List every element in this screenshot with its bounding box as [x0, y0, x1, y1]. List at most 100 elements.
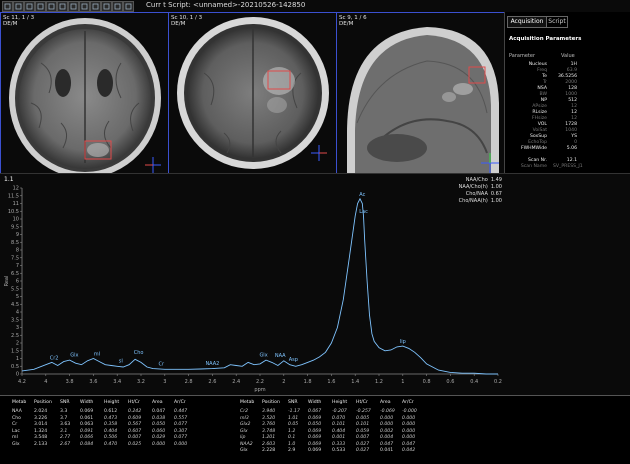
x-axis-label: ppm: [254, 387, 265, 393]
layout-icon[interactable]: [79, 1, 90, 12]
peak-label: Asp: [289, 357, 298, 363]
x-tick-label: 3.6: [89, 379, 97, 385]
x-tick-label: 0.6: [446, 379, 454, 385]
zoom-icon[interactable]: [13, 1, 24, 12]
cursor-icon[interactable]: [2, 1, 13, 12]
table-cell: 0.000: [380, 422, 394, 427]
param-row: Scan Name SV_PRESS_J1: [505, 164, 630, 170]
y-tick-label: 6.5: [11, 271, 19, 277]
script-icon[interactable]: [123, 1, 134, 12]
side-panel: Acquisition Script Acquisition Parameter…: [504, 12, 630, 173]
y-tick-label: 4.5: [11, 302, 19, 308]
y-axis-label: Real: [4, 276, 10, 287]
table-cell: NAA: [12, 409, 22, 414]
table-cell: 0.000: [402, 422, 416, 427]
table-cell: Cho: [12, 415, 21, 421]
table-cell: 0.333: [332, 441, 346, 447]
param-value: 63.9: [566, 68, 577, 73]
table-cell: lip: [240, 435, 246, 440]
table-cell: 0.070: [332, 415, 346, 421]
close-icon[interactable]: [112, 1, 123, 12]
x-tick-label: 3: [163, 379, 166, 385]
table-cell: 0.047: [402, 441, 416, 447]
table-cell: 2.133: [34, 441, 48, 447]
table-cell: 0.000: [402, 428, 416, 434]
y-tick-label: 9: [16, 232, 19, 238]
viewport-sagittal[interactable]: Sc 9, 1 / 6 DE/M: [336, 12, 505, 175]
param-name: Nucleus: [528, 62, 547, 67]
table-cell: Lac: [12, 428, 20, 434]
table-cell: 0.047: [152, 409, 166, 414]
y-tick-label: 3: [16, 325, 19, 331]
x-tick-label: 0.8: [423, 379, 431, 385]
param-name: Tr: [542, 80, 547, 85]
table-cell: 0.061: [80, 415, 94, 421]
roi-icon[interactable]: [68, 1, 79, 12]
table-cell: 0.001: [332, 435, 346, 440]
y-tick-label: 4: [16, 310, 19, 316]
help-icon[interactable]: [101, 1, 112, 12]
table-cell: 1.201: [262, 435, 276, 440]
table-cell: 2.67: [60, 441, 71, 447]
x-tick-label: 0.2: [494, 379, 502, 385]
spectrum-panel[interactable]: 1.1 NAA/Cho 1.49 NAA/Cho(h) 1.00 Cho/NAA 0.67…: [0, 173, 630, 396]
param-name: RLsize: [532, 110, 547, 115]
x-tick-label: 2.4: [232, 379, 240, 385]
settings-icon[interactable]: [90, 1, 101, 12]
viewport-axial-2[interactable]: Sc 10, 1 / 3 DE/M: [168, 12, 337, 175]
y-tick-label: 0: [16, 372, 19, 378]
table-cell: 0.1: [288, 435, 296, 440]
table-header: SNR: [60, 400, 70, 405]
x-tick-label: 1.4: [351, 379, 359, 385]
x-tick-label: 1: [401, 379, 404, 385]
y-tick-label: 3.5: [11, 317, 19, 323]
table-cell: 3.940: [262, 409, 276, 414]
table-cell: 0.029: [152, 435, 166, 440]
tab-script[interactable]: Script: [546, 16, 568, 28]
y-tick-label: 9.5: [11, 224, 19, 230]
table-header: Height: [332, 400, 348, 405]
viewport-axial-1[interactable]: Sc 11, 1 / 3 DE/M: [0, 12, 169, 175]
table-cell: 0.607: [128, 428, 142, 434]
table-cell: 0.533: [332, 448, 346, 453]
peak-label: NAA2: [205, 361, 219, 367]
table-cell: 3.3: [60, 409, 68, 414]
acquisition-parameters-title: Acquisition Parameters: [509, 36, 582, 42]
param-value: 128: [568, 86, 577, 91]
table-cell: 2.9: [288, 448, 296, 453]
mri-axial-image-2: [169, 13, 336, 174]
window-level-icon[interactable]: [35, 1, 46, 12]
table-cell: 0.404: [104, 428, 118, 434]
x-tick-label: 1.6: [327, 379, 335, 385]
table-cell: 0.404: [332, 428, 346, 434]
table-cell: 2.603: [262, 441, 276, 447]
peak-label: NAA: [275, 353, 286, 359]
peak-label: lip: [400, 339, 406, 345]
tab-acquisition[interactable]: Acquisition: [507, 16, 547, 28]
y-tick-label: 5: [16, 294, 19, 300]
param-value: 512: [568, 98, 577, 103]
table-cell: 0.050: [308, 422, 322, 427]
param-value: 1H: [570, 62, 577, 67]
table-cell: Glx: [240, 428, 248, 434]
table-cell: 0.077: [174, 422, 188, 427]
table-cell: 0.047: [380, 441, 394, 447]
table-header: Height: [104, 400, 120, 405]
table-cell: 0.000: [402, 415, 416, 421]
grid-icon[interactable]: [57, 1, 68, 12]
x-tick-label: 1.8: [304, 379, 312, 385]
y-tick-label: 7.5: [11, 255, 19, 261]
hand-icon[interactable]: [24, 1, 35, 12]
table-cell: 0.084: [80, 441, 94, 447]
table-cell: 0.069: [308, 435, 322, 440]
param-name: BW: [539, 92, 547, 97]
param-value: 1728: [565, 122, 577, 127]
x-tick-label: 2.8: [185, 379, 193, 385]
spectrum-chart: 00.511.522.533.544.555.566.577.588.599.5…: [4, 186, 502, 393]
table-header: Ar/Cr: [174, 400, 186, 405]
y-tick-label: 12: [13, 186, 19, 192]
col-header-parameter: Parameter: [509, 53, 536, 59]
y-tick-label: 1: [16, 356, 19, 362]
peak-label: Glx: [70, 352, 78, 358]
measure-icon[interactable]: [46, 1, 57, 12]
